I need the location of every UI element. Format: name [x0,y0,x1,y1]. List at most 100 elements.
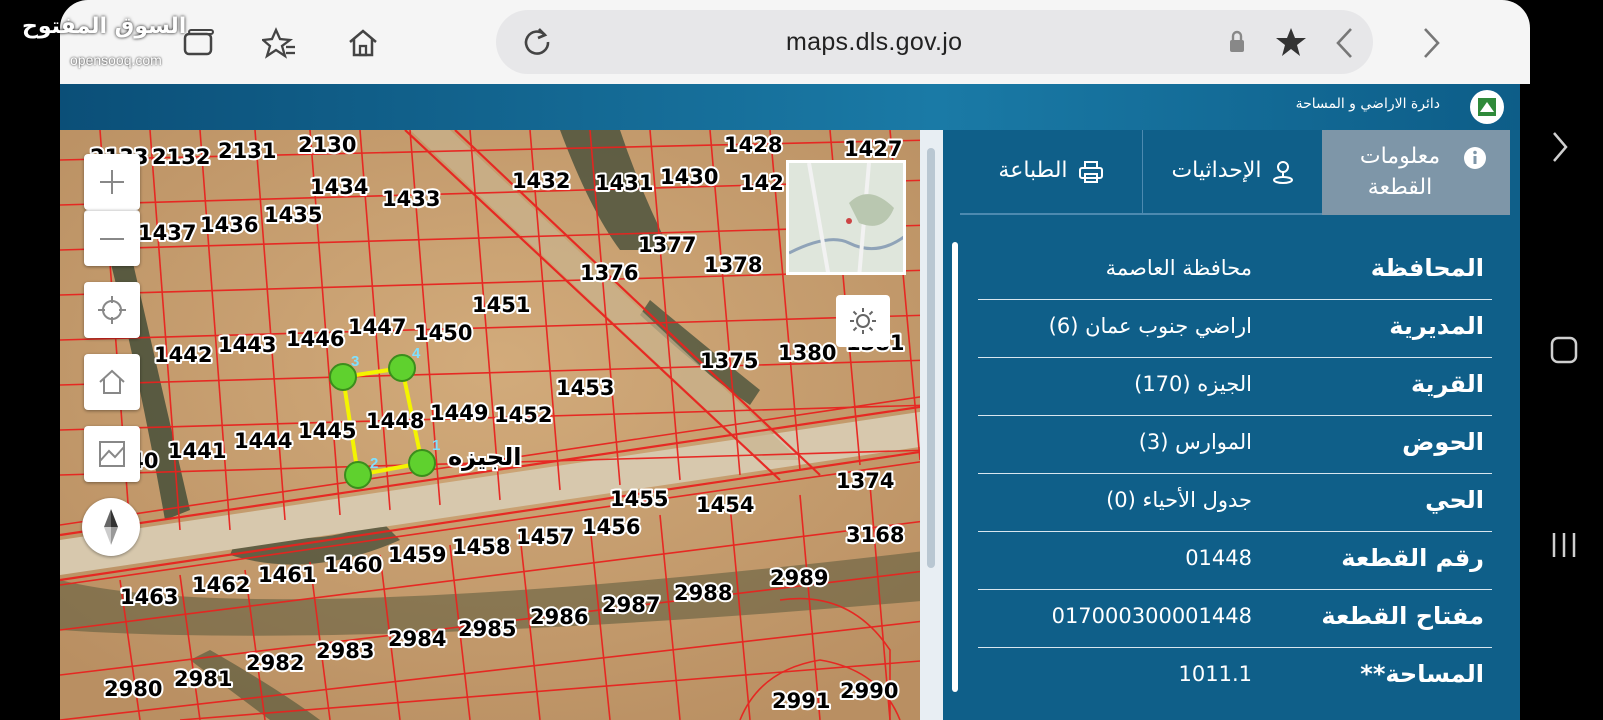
info-value: 017000300001448 [1051,604,1252,628]
plot-number-label: 1456 [582,515,640,539]
vertex-number-label: 2 [370,455,378,472]
info-value: الجيزه (170) [1134,372,1252,396]
chevron-right-icon[interactable] [1550,130,1570,172]
recent-apps-icon[interactable] [1550,530,1578,568]
info-row-parcel-key: مفتاح القطعة 017000300001448 [978,590,1492,648]
home-square-icon[interactable] [1550,336,1578,372]
vertex-number-label: 4 [412,345,421,362]
info-value: محافظة العاصمة [1105,256,1252,280]
tab-coordinates[interactable]: الإحداثيات [1142,130,1322,215]
info-label: المديرية [1389,312,1484,340]
plot-number-label: 1436 [200,213,258,237]
plot-number-label: 2991 [772,689,830,713]
divider-scrollbar[interactable] [927,148,935,568]
info-label: **المساحة [1360,660,1484,688]
address-bar[interactable]: maps.dls.gov.jo [496,10,1373,74]
plot-number-label: 1446 [286,327,344,351]
plot-number-label: 2981 [174,667,232,691]
overview-map-image [789,163,903,272]
plot-number-label: 1462 [192,573,250,597]
url-text[interactable]: maps.dls.gov.jo [786,28,962,57]
department-name: دائرة الاراضي و المساحة [1295,96,1440,112]
zoom-out-button[interactable] [84,210,140,266]
plot-number-label: 2132 [152,145,210,169]
plot-number-label: 2982 [246,651,304,675]
reload-icon[interactable] [516,21,558,63]
plot-number-label: 1461 [258,563,316,587]
plot-number-label: 1455 [610,487,668,511]
plot-number-label: 2130 [298,133,356,157]
compass-button[interactable] [82,498,140,556]
plot-number-label: 2990 [840,679,898,703]
plot-number-label: 1374 [836,469,894,493]
info-value: الموارس (3) [1138,430,1252,454]
plot-number-label: 1377 [638,233,696,257]
plot-number-label: 1444 [234,429,292,453]
measure-tool-button[interactable] [84,426,140,482]
info-label: مفتاح القطعة [1321,602,1484,630]
brightness-button[interactable] [836,295,890,347]
plot-number-label: 2131 [218,139,276,163]
plot-number-label: 1447 [348,315,406,339]
plot-number-label: 1441 [168,439,226,463]
forward-arrow-icon[interactable] [1410,22,1452,64]
sun-icon [850,308,876,334]
info-label: المحافظة [1370,254,1484,282]
lock-icon[interactable] [1216,21,1258,63]
info-row-parcel-number: رقم القطعة 01448 [978,532,1492,590]
locate-me-button[interactable] [84,282,140,338]
watermark-logo: السوق المفتوح [22,14,187,39]
tab-print[interactable]: الطباعة [960,130,1142,215]
plot-number-label: 1427 [844,137,902,161]
info-label: الحوض [1402,428,1484,456]
zoom-in-button[interactable] [84,154,140,210]
map-panel-divider [920,130,943,720]
info-row-village: القرية الجيزه (170) [978,358,1492,416]
tab-parcel-info[interactable]: معلومات القطعة [1322,130,1510,215]
location-pin-icon [1272,160,1293,184]
vertex-number-label: 3 [351,353,359,370]
plot-number-label: 1432 [512,169,570,193]
plot-number-label: 3168 [846,523,904,547]
plot-number-label: 1431 [595,171,653,195]
info-value: 01448 [1185,546,1252,570]
plot-number-label: 2980 [104,677,162,701]
plot-number-label: 1458 [452,535,510,559]
plot-number-label: 1442 [154,343,212,367]
home-extent-button[interactable] [84,354,140,410]
plot-number-label: 1450 [414,321,472,345]
browser-toolbar: maps.dls.gov.jo [60,0,1530,84]
vertex-number-label: 1 [432,437,440,454]
overview-minimap[interactable] [786,160,906,275]
crosshair-icon [98,296,126,324]
plot-number-label: 2986 [530,605,588,629]
plot-number-label: 1428 [724,133,782,157]
map-measure-icon [99,441,125,467]
plot-number-label: 1453 [556,376,614,400]
compass-icon [104,509,118,545]
bookmarks-icon[interactable] [258,22,300,64]
home-icon[interactable] [342,22,384,64]
plot-number-label: 142 [740,171,784,195]
plot-number-label: 2987 [602,593,660,617]
panel-tabs: الطباعة الإحداثيات معلومات القطعة [960,130,1510,215]
department-logo-icon [1470,90,1504,124]
tab-print-label: الطباعة [998,158,1068,184]
printer-icon [1078,160,1103,183]
plot-number-label: 1457 [516,525,574,549]
plot-number-label: 1452 [494,403,552,427]
plot-number-label: 1459 [388,543,446,567]
info-row-governorate: المحافظة محافظة العاصمة [978,242,1492,300]
info-label: الحي [1425,486,1484,514]
plot-number-label: 2988 [674,581,732,605]
watermark-subtext: opensooq.com [70,52,162,68]
back-arrow-icon[interactable] [1324,22,1366,64]
plot-number-label: 1433 [382,187,440,211]
system-side-nav [1520,130,1603,720]
plot-number-label: 1445 [298,419,356,443]
star-bookmark-icon[interactable] [1270,21,1312,63]
plot-number-label: 1454 [696,493,754,517]
plot-number-label: 2983 [316,639,374,663]
plot-number-label: 1463 [120,585,178,609]
parcel-vertex[interactable] [344,461,372,489]
